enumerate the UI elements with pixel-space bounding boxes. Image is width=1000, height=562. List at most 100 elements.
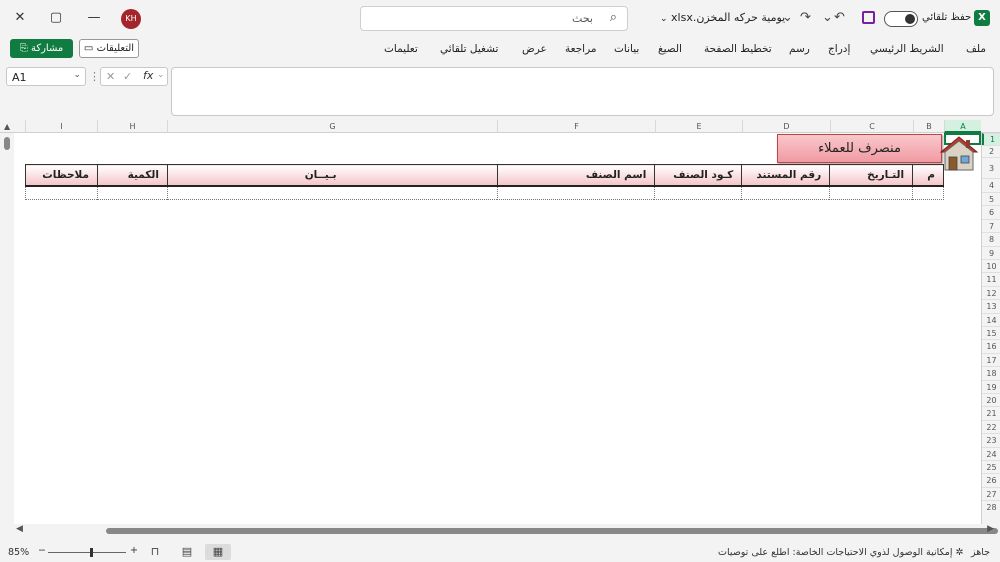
table-cell[interactable] [496,185,656,200]
table-cell[interactable] [166,185,498,200]
row-header-27[interactable]: 27 [982,486,1000,500]
cancel-icon[interactable]: ✕ [106,70,115,83]
house-icon[interactable] [938,134,980,174]
undo-icon[interactable]: ↶ [834,10,845,25]
scroll-thumb[interactable] [4,137,10,150]
column-header-C[interactable]: C [830,120,913,133]
table-cell[interactable] [741,185,831,200]
row-header-9[interactable]: 9 [982,245,1000,259]
zoom-out-icon[interactable]: − [38,545,46,556]
accessibility-status[interactable]: ✲ إمكانية الوصول لذوي الاحتياجات الخاصة:… [718,547,963,558]
zoom-slider-thumb[interactable] [90,548,93,557]
table-cell[interactable] [24,185,99,200]
worksheet-grid[interactable]: ▲ I H G F E D C B A 1 2 3 4 5 6 7 8 9 10 11 12 13 14 1… [0,120,1000,524]
column-header-I[interactable]: I [25,120,97,133]
row-header-21[interactable]: 21 [982,406,1000,419]
zoom-level[interactable]: 85% [8,547,29,558]
search-input[interactable]: بحث ⌕ [360,6,628,31]
row-header-18[interactable]: 18 [982,366,1000,379]
vertical-scrollbar[interactable] [0,133,14,524]
table-cell[interactable] [97,185,168,200]
row-header-16[interactable]: 16 [982,339,1000,352]
formula-input[interactable] [171,67,994,116]
save-icon[interactable] [862,11,875,24]
normal-view-icon[interactable]: ▦ [205,544,231,560]
header-notes[interactable]: ملاحظات [24,164,99,187]
row-header-17[interactable]: 17 [982,352,1000,366]
scroll-thumb[interactable] [106,528,998,534]
row-header-7[interactable]: 7 [982,218,1000,232]
row-header-1[interactable]: 1 [982,133,1000,145]
row-header-28[interactable]: 28 [982,500,1000,513]
row-header-11[interactable]: 11 [982,272,1000,285]
header-document-number[interactable]: رقم المستند [741,164,831,187]
row-header-5[interactable]: 5 [982,192,1000,205]
table-cell[interactable] [654,185,743,200]
header-index[interactable]: م [912,164,944,187]
row-header-14[interactable]: 14 [982,312,1000,326]
row-header-3[interactable]: 3 [982,157,1000,178]
tab-file[interactable]: ملف [966,43,986,55]
column-header-D[interactable]: D [742,120,830,133]
column-header-F[interactable]: F [497,120,655,133]
redo-icon[interactable]: ↷ [800,10,811,25]
enter-icon[interactable]: ✓ [123,70,132,83]
more-icon[interactable]: ⋮ [89,70,100,83]
sheet-title-box[interactable]: منصرف للعملاء [777,134,942,163]
avatar[interactable]: KH [121,9,141,29]
autosave-toggle[interactable] [884,11,918,27]
insert-function-icon[interactable]: fx [143,69,153,82]
header-description[interactable]: بـيــان [166,164,498,187]
column-header-B[interactable]: B [913,120,944,133]
tab-draw[interactable]: رسم [789,43,810,55]
header-quantity[interactable]: الكمية [97,164,168,187]
row-header-10[interactable]: 10 [982,259,1000,272]
table-cell[interactable] [912,185,944,200]
row-header-20[interactable]: 20 [982,393,1000,406]
column-header-H[interactable]: H [97,120,167,133]
file-name[interactable]: يومية حركه المخزن.xlsx ⌄ [660,11,785,24]
row-header-22[interactable]: 22 [982,419,1000,433]
undo-dropdown-icon[interactable]: ⌄ [822,10,833,25]
customize-qat-icon[interactable]: ⌄ [782,10,793,25]
row-header-8[interactable]: 8 [982,232,1000,245]
horizontal-scrollbar[interactable]: ◀ ▶ [14,524,1000,538]
row-header-2[interactable]: 2 [982,145,1000,157]
share-button[interactable]: ⎘ مشاركة [10,39,73,58]
tab-page-layout[interactable]: تخطيط الصفحة [704,43,772,55]
column-header-G[interactable]: G [167,120,497,133]
zoom-in-icon[interactable]: + [130,545,138,556]
row-header-25[interactable]: 25 [982,460,1000,473]
restore-icon[interactable]: ▢ [44,8,68,28]
table-cell[interactable] [829,185,914,200]
row-header-15[interactable]: 15 [982,326,1000,339]
row-header-24[interactable]: 24 [982,446,1000,460]
row-header-12[interactable]: 12 [982,285,1000,299]
close-icon[interactable]: ✕ [8,8,32,28]
scroll-up-icon[interactable]: ▲ [4,122,10,131]
tab-insert[interactable]: إدراج [828,43,850,55]
row-header-19[interactable]: 19 [982,379,1000,393]
row-header-4[interactable]: 4 [982,178,1000,192]
row-header-6[interactable]: 6 [982,205,1000,218]
tab-home[interactable]: الشريط الرئيسي [870,43,944,55]
header-item-code[interactable]: كـود الصنف [654,164,743,187]
tab-view[interactable]: عرض [522,43,547,55]
row-header-23[interactable]: 23 [982,433,1000,446]
tab-automate[interactable]: تشغيل تلقائي [440,43,498,55]
comments-button[interactable]: ▭ التعليقات [79,39,139,58]
column-header-A[interactable]: A [944,120,981,133]
zoom-slider[interactable] [48,552,126,553]
tab-data[interactable]: بيانات [614,43,639,55]
tab-review[interactable]: مراجعة [565,43,597,55]
tab-formulas[interactable]: الصيغ [658,43,682,55]
row-header-26[interactable]: 26 [982,473,1000,486]
tab-help[interactable]: تعليمات [384,43,418,55]
minimize-icon[interactable]: — [82,8,106,28]
header-date[interactable]: التـاريخ [829,164,914,187]
name-box[interactable]: A1 ⌄ [6,67,86,86]
row-header-13[interactable]: 13 [982,299,1000,312]
column-header-E[interactable]: E [655,120,742,133]
header-item-name[interactable]: اسم الصنف [496,164,656,187]
page-break-view-icon[interactable]: ⊓ [142,544,168,560]
